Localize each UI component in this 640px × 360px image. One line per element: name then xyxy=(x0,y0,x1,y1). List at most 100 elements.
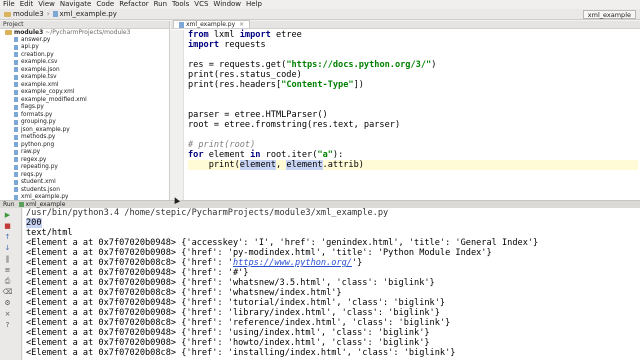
navigation-bar: module3 › xml_example.py xml_example xyxy=(0,9,640,20)
file-tree-item-label: json_example.py xyxy=(21,126,70,133)
file-tree-item[interactable]: repeating.py xyxy=(0,164,169,172)
console-line: <Element a at 0x7f07020b0948> {'href': '… xyxy=(26,268,249,278)
project-panel: Project module3 ~/PycharmProjects/module… xyxy=(0,21,170,200)
menu-refactor[interactable]: Refactor xyxy=(119,0,148,9)
file-tree-item[interactable]: student.xml xyxy=(0,179,169,187)
file-tree-item[interactable]: example.json xyxy=(0,66,169,74)
file-tree-item-label: raw.py xyxy=(21,149,41,156)
run-toolbar: ▶ ■ ↑ ↓ ‖ ≡ ⎙ ⌫ ⚙ × ? xyxy=(0,208,22,360)
pause-icon[interactable]: ‖ xyxy=(3,255,12,263)
menu-run[interactable]: Run xyxy=(154,0,167,9)
file-tree-item-label: example.json xyxy=(21,66,60,73)
menu-view[interactable]: View xyxy=(38,0,55,9)
editor-tab-xml-example[interactable]: xml_example.py × xyxy=(173,20,251,28)
file-icon xyxy=(14,112,18,118)
settings-icon[interactable]: ⚙ xyxy=(3,299,12,307)
file-tree-item[interactable]: example_copy.xml xyxy=(0,89,169,97)
menu-file[interactable]: File xyxy=(3,0,15,9)
code-line: print(res.status_code) xyxy=(188,70,302,80)
console-link[interactable]: https://www.python.org/ xyxy=(233,258,352,268)
run-panel-header: Run xml_example xyxy=(0,200,640,208)
file-tree-item[interactable]: json_example.py xyxy=(0,126,169,134)
file-tree-item[interactable]: python.png xyxy=(0,141,169,149)
rerun-icon[interactable]: ▶ xyxy=(3,211,12,219)
menu-help[interactable]: Help xyxy=(246,0,262,9)
menu-window[interactable]: Window xyxy=(213,0,241,9)
file-icon xyxy=(14,142,18,148)
breadcrumb-file[interactable]: xml_example.py xyxy=(51,10,119,18)
folder-icon xyxy=(4,11,11,17)
python-file-icon xyxy=(179,21,184,28)
code-line: import requests xyxy=(188,40,266,50)
scroll-down-icon[interactable]: ↓ xyxy=(3,244,12,252)
clear-icon[interactable]: ⌫ xyxy=(3,288,13,296)
menu-vcs[interactable]: VCS xyxy=(194,0,208,9)
file-icon xyxy=(14,127,18,133)
run-tab-label[interactable]: xml_example xyxy=(26,201,66,208)
file-tree-item-label: example.csv xyxy=(21,59,58,66)
stop-icon[interactable]: ■ xyxy=(3,222,12,230)
console-command: /usr/bin/python3.4 /home/stepic/PycharmP… xyxy=(26,208,389,218)
project-panel-title: Project xyxy=(3,21,24,28)
tree-root[interactable]: module3 ~/PycharmProjects/module3 xyxy=(0,29,169,36)
print-icon[interactable]: ⎙ xyxy=(3,277,12,285)
menu-edit[interactable]: Edit xyxy=(20,0,34,9)
file-tree-item[interactable]: grouping.py xyxy=(0,119,169,127)
file-tree-item[interactable]: answer.py xyxy=(0,36,169,44)
code-line: root = etree.fromstring(res.text, parser… xyxy=(188,120,401,130)
file-tree-item[interactable]: example.tsv xyxy=(0,74,169,82)
breadcrumb-project[interactable]: module3 xyxy=(2,10,46,18)
file-tree-item-label: creation.py xyxy=(21,51,54,58)
file-tree-item-label: example_copy.xml xyxy=(21,89,75,96)
menu-tools[interactable]: Tools xyxy=(172,0,189,9)
file-icon xyxy=(14,59,18,65)
file-tree-item[interactable]: example.csv xyxy=(0,59,169,67)
code-editor[interactable]: xml_example.py × from lxml import etree … xyxy=(171,20,640,200)
folder-icon xyxy=(5,30,12,35)
file-tree-item-label: example_modified.xml xyxy=(21,96,87,103)
file-icon xyxy=(14,157,18,163)
breadcrumb-project-label: module3 xyxy=(13,10,44,18)
file-tree-item[interactable]: methods.py xyxy=(0,134,169,142)
code-line: from lxml import etree xyxy=(188,30,302,40)
file-tree-item[interactable]: example.xml xyxy=(0,81,169,89)
file-tree-item[interactable]: creation.py xyxy=(0,51,169,59)
file-icon xyxy=(14,74,18,80)
file-tree-item[interactable]: api.py xyxy=(0,44,169,52)
close-icon[interactable]: × xyxy=(3,310,12,318)
file-icon xyxy=(14,67,18,73)
file-icon xyxy=(14,44,18,50)
run-configuration-dropdown[interactable]: xml_example xyxy=(582,10,636,19)
code-line: parser = etree.HTMLParser() xyxy=(188,110,328,120)
console-line: <Element a at 0x7f07020b0948> {'href': '… xyxy=(26,328,430,338)
file-tree-item[interactable]: flags.py xyxy=(0,104,169,112)
run-console[interactable]: /usr/bin/python3.4 /home/stepic/PycharmP… xyxy=(23,208,640,360)
file-icon xyxy=(14,134,18,140)
file-tree-item-label: formats.py xyxy=(21,111,53,118)
code-area[interactable]: from lxml import etree import requests r… xyxy=(188,30,638,170)
console-line: <Element a at 0x7f07020b0908> {'href': '… xyxy=(26,338,430,348)
file-icon xyxy=(14,149,18,155)
soft-wrap-icon[interactable]: ≡ xyxy=(3,266,12,274)
close-icon[interactable]: × xyxy=(239,21,244,28)
help-icon[interactable]: ? xyxy=(3,321,12,329)
file-tree-item[interactable]: students.json xyxy=(0,186,169,194)
file-tree-item[interactable]: reqs.py xyxy=(0,171,169,179)
scroll-up-icon[interactable]: ↑ xyxy=(3,233,12,241)
file-tree-item[interactable]: example_modified.xml xyxy=(0,96,169,104)
file-tree-item-label: reqs.py xyxy=(21,171,43,178)
console-line: <Element a at 0x7f07020b08c8> {'href': '… xyxy=(26,258,363,268)
code-line: for element in root.iter("a"): xyxy=(188,150,344,160)
menu-code[interactable]: Code xyxy=(96,0,114,9)
file-tree-item[interactable]: raw.py xyxy=(0,149,169,157)
menu-navigate[interactable]: Navigate xyxy=(60,0,91,9)
file-tree-item[interactable]: regex.py xyxy=(0,156,169,164)
breadcrumb-file-label: xml_example.py xyxy=(59,10,117,18)
run-icon xyxy=(18,202,24,207)
file-tree-item[interactable]: formats.py xyxy=(0,111,169,119)
file-tree-item-label: grouping.py xyxy=(21,119,56,126)
project-panel-header[interactable]: Project xyxy=(0,21,169,29)
